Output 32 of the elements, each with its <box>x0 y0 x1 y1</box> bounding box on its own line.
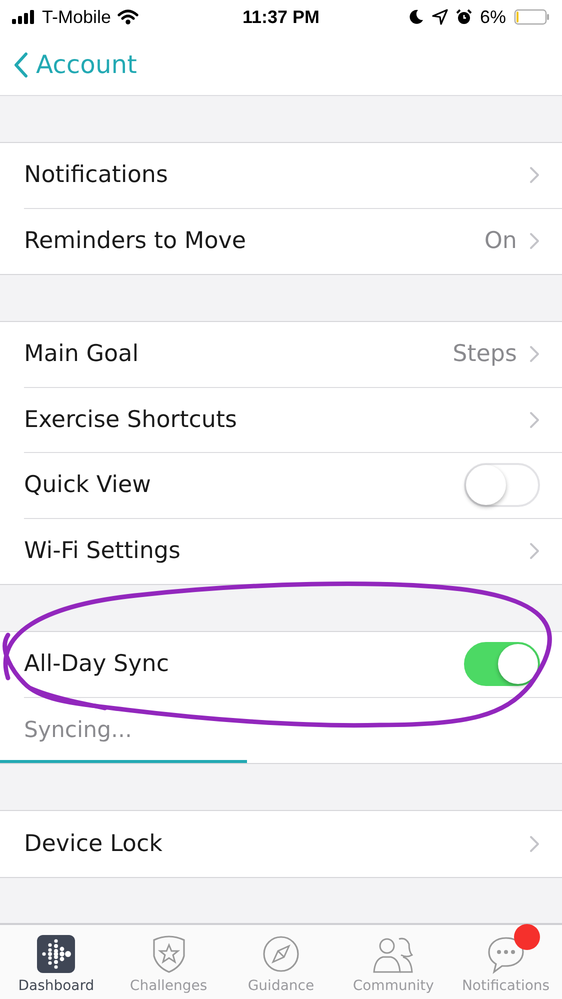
chevron-icon <box>529 166 540 184</box>
signal-icon <box>12 10 36 24</box>
row-label: Quick View <box>24 472 151 498</box>
dots-logo-icon <box>36 934 76 974</box>
chevron-icon <box>529 410 540 429</box>
row-value: On <box>484 228 517 254</box>
carrier-name: T-Mobile <box>42 6 112 28</box>
row-label: All-Day Sync <box>24 651 169 678</box>
back-chevron-icon <box>14 52 28 78</box>
chevron-icon <box>529 542 540 560</box>
settings-row[interactable]: Main Goal Steps <box>24 322 562 388</box>
speech-bubble-icon <box>486 934 526 974</box>
moon-icon <box>408 9 424 25</box>
compass-icon <box>260 934 301 974</box>
settings-row[interactable]: Exercise Shortcuts <box>24 388 562 453</box>
alarm-icon <box>456 9 472 25</box>
chevron-icon <box>529 834 540 853</box>
toggle-switch[interactable] <box>464 642 540 686</box>
tab-item[interactable]: Dashboard <box>2 924 110 994</box>
clock-time: 11:37 PM <box>242 6 320 28</box>
toggle-switch[interactable] <box>464 463 540 508</box>
battery-icon <box>514 9 550 25</box>
settings-row[interactable]: Notifications <box>24 143 562 208</box>
wifi-icon <box>117 9 140 25</box>
chevron-icon <box>529 232 540 250</box>
row-value: Steps <box>452 341 517 368</box>
location-icon <box>432 9 448 25</box>
settings-row[interactable]: Wi-Fi Settings <box>24 518 562 584</box>
settings-row[interactable]: Reminders to Move On <box>24 208 562 274</box>
battery-percent: 6% <box>480 6 506 28</box>
sync-status: Syncing... <box>24 718 132 743</box>
chevron-icon <box>529 345 540 364</box>
